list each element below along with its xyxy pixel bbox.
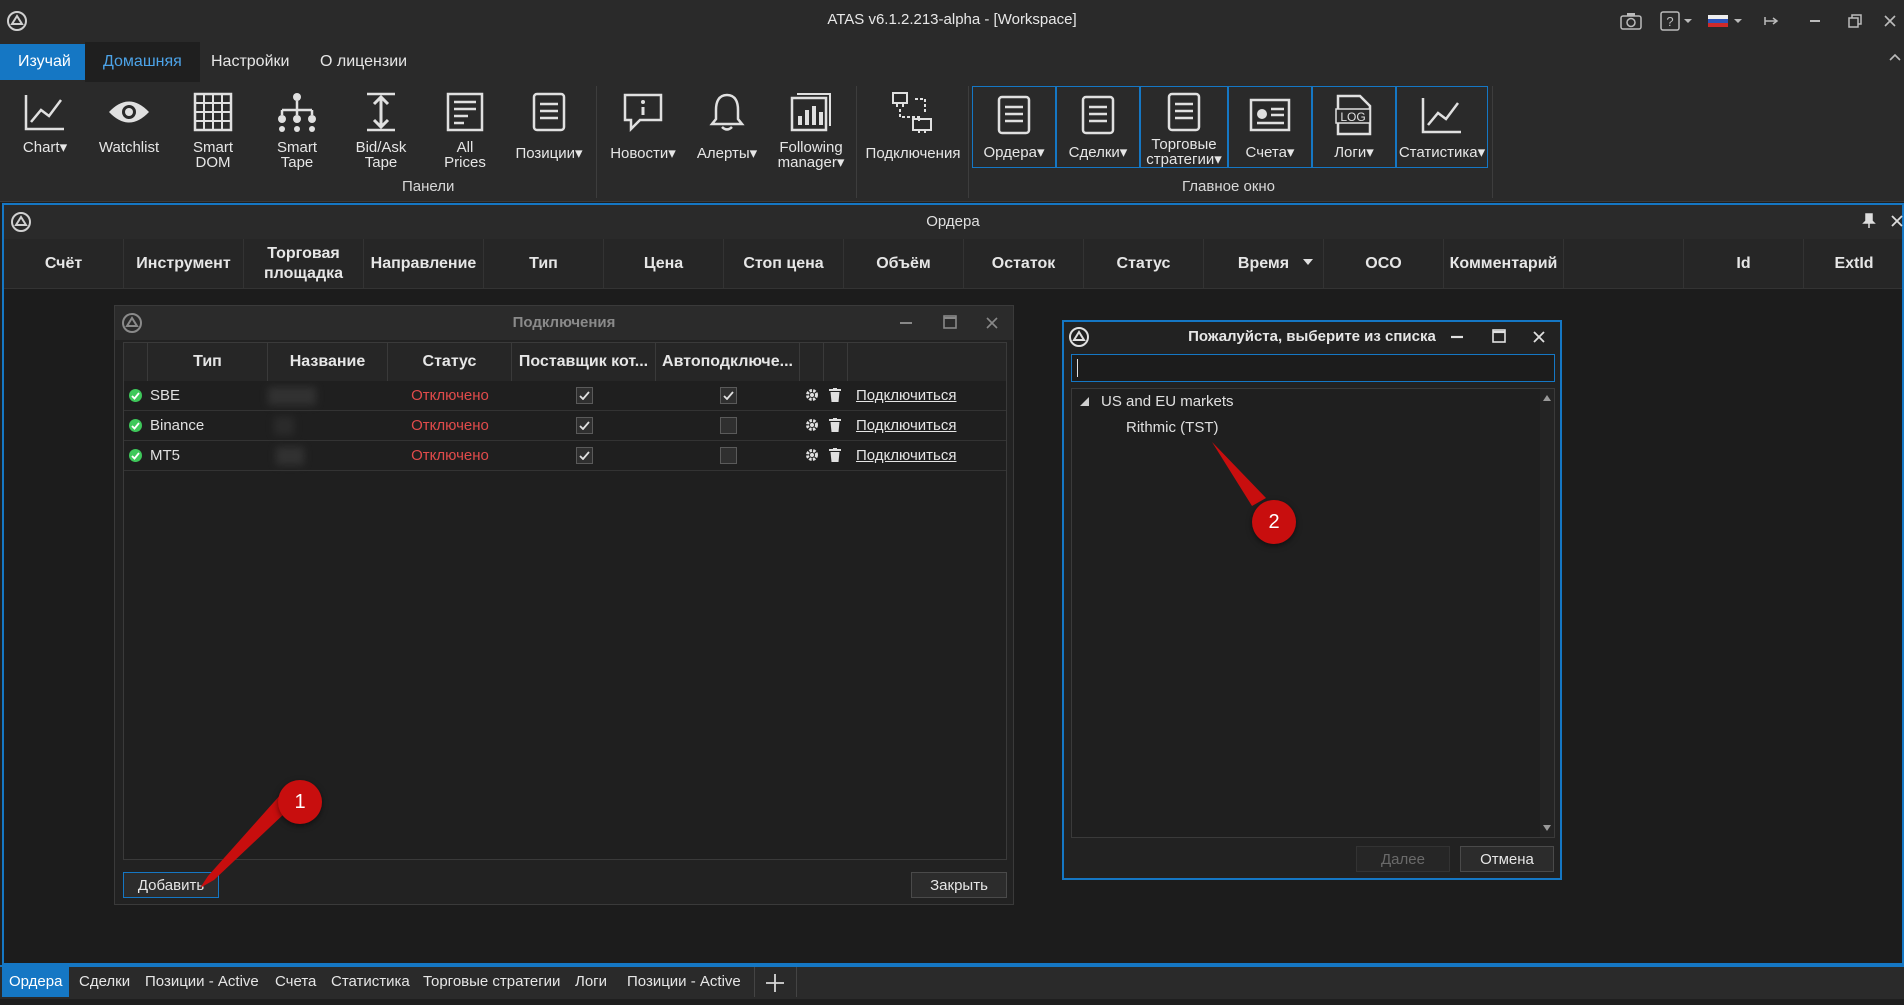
tab-divider	[796, 967, 797, 997]
bottom-tab-logs[interactable]: Логи	[568, 967, 614, 997]
add-tab-icon[interactable]	[764, 972, 786, 994]
bottom-tab-deals[interactable]: Сделки	[72, 967, 137, 997]
tab-divider	[754, 967, 755, 997]
bottom-tab-bar: Ордера Сделки Позиции - Active Счета Ста…	[0, 965, 1904, 999]
bottom-tab-accounts[interactable]: Счета	[268, 967, 323, 997]
annotation-badge-1: 1	[278, 780, 322, 824]
bottom-tab-strategies[interactable]: Торговые стратегии	[416, 967, 567, 997]
bottom-tab-statistics[interactable]: Статистика	[324, 967, 417, 997]
annotation-arrow-2	[1206, 436, 1266, 506]
bottom-tab-orders[interactable]: Ордера	[2, 967, 70, 997]
annotation-badge-2: 2	[1252, 500, 1296, 544]
bottom-tab-positions[interactable]: Позиции - Active	[138, 967, 266, 997]
bottom-tab-positions-2[interactable]: Позиции - Active	[620, 967, 748, 997]
annotation-arrows	[200, 436, 1266, 888]
